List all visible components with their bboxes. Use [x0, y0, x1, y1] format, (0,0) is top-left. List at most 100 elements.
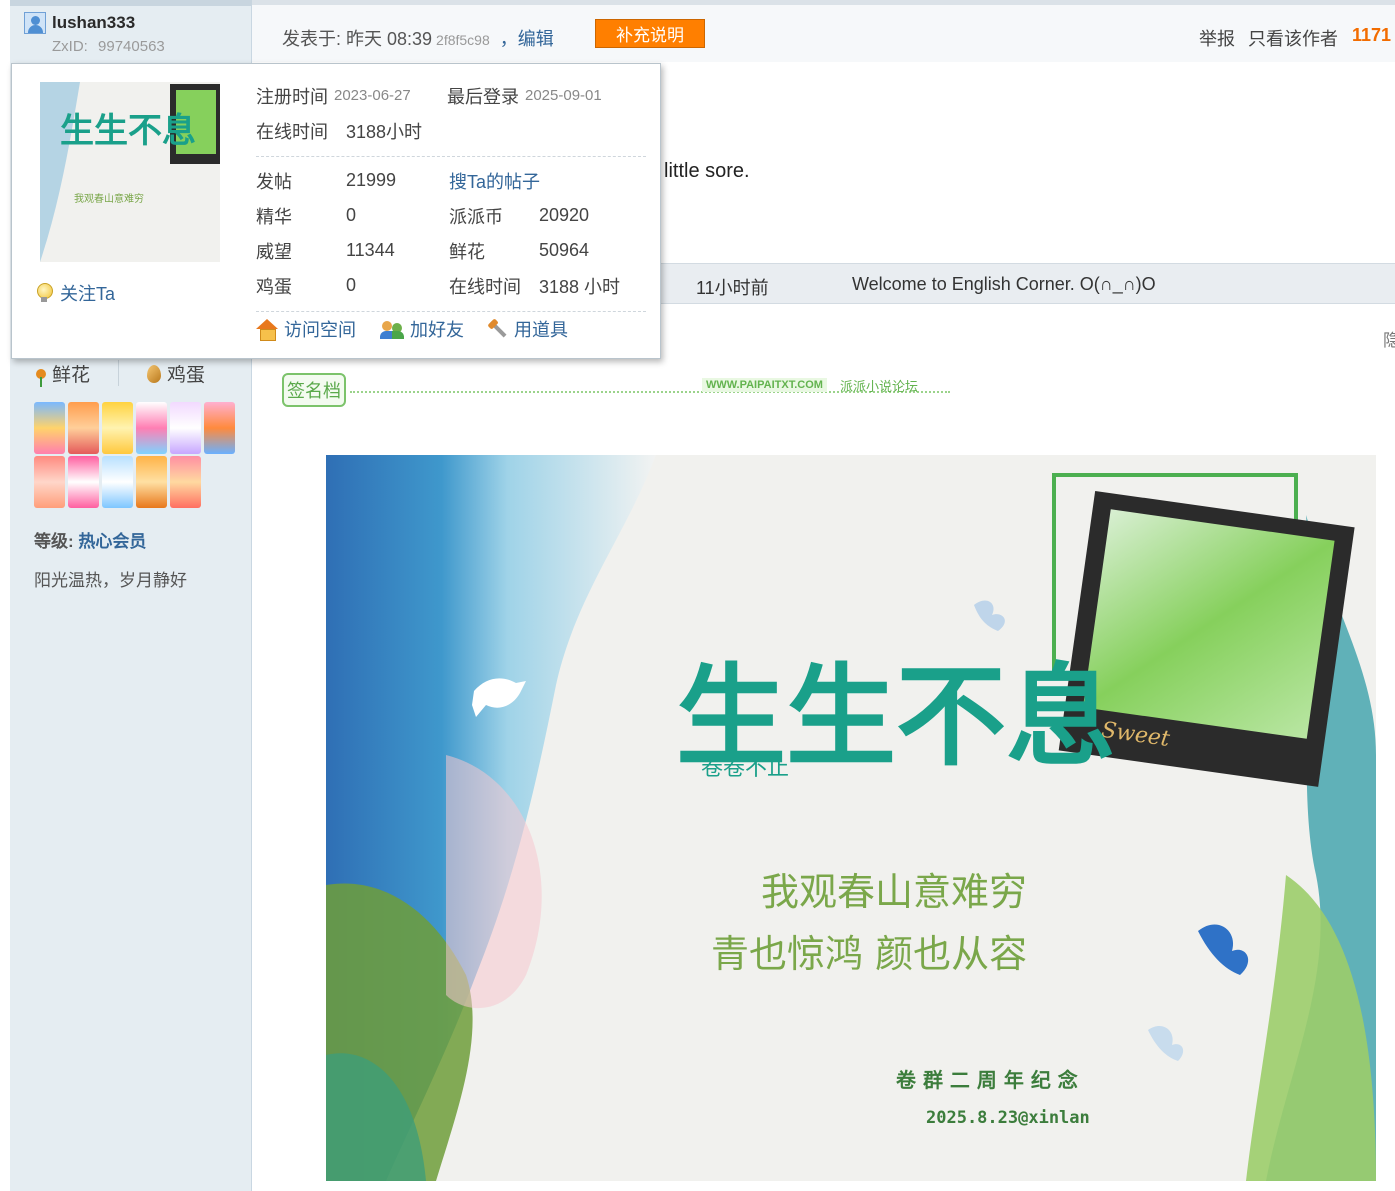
user-motto: 阳光温热，岁月静好: [34, 571, 187, 590]
profile-actions: 访问空间 加好友 用道具: [256, 316, 568, 342]
medal-icon[interactable]: [102, 402, 133, 454]
profile-row-egg: 鸡蛋 0 在线时间 3188 小时: [256, 268, 646, 303]
username[interactable]: lushan333: [52, 13, 135, 33]
supplement-button[interactable]: 补充说明: [595, 19, 705, 48]
flower-count-label: 鲜花: [449, 241, 485, 262]
poem-line-2: 青也惊鸿 颜也从容: [711, 932, 1027, 976]
level-label: 等级:: [34, 532, 74, 551]
online2-label: 在线时间: [449, 276, 521, 297]
use-tool-button[interactable]: 用道具: [488, 316, 568, 342]
visit-space-label: 访问空间: [284, 320, 356, 340]
posts-value: 21999: [346, 170, 397, 190]
coin-value: 20920: [539, 205, 590, 225]
level-value[interactable]: 热心会员: [78, 532, 146, 551]
prestige-label: 威望: [256, 241, 292, 262]
flower-item[interactable]: 鲜花: [36, 360, 90, 387]
user-icon: [24, 12, 46, 34]
digest-value: 0: [346, 205, 357, 225]
signature-image: Sweet 生生不息 卷卷不止 我观春山意难穷 青也惊鸿 颜也从容 卷 群 二 …: [326, 455, 1376, 1181]
home-icon: [256, 319, 278, 341]
medal-icon[interactable]: [136, 456, 167, 508]
digest-label: 精华: [256, 206, 292, 227]
reply-message: Welcome to English Corner. O(∩_∩)O: [852, 274, 1156, 294]
profile-info: 注册时间 2023-06-27 最后登录 2025-09-01 在线时间 318…: [256, 78, 646, 318]
egg-label: 鸡蛋: [167, 365, 206, 386]
medal-icon[interactable]: [34, 402, 65, 454]
medal-icon[interactable]: [136, 402, 167, 454]
profile-row-posts: 发帖 21999 搜Ta的帖子: [256, 163, 646, 198]
profile-avatar[interactable]: 生生不息 我观春山意难穷: [40, 82, 220, 262]
sidebar-top-border: [10, 0, 252, 6]
profile-row-dates: 注册时间 2023-06-27 最后登录 2025-09-01: [256, 78, 646, 113]
tool-icon: [484, 315, 512, 343]
poem-line-1: 我观春山意难穷: [761, 870, 1027, 914]
medal-icon[interactable]: [170, 456, 201, 508]
zxid-label: ZxID:: [52, 38, 88, 55]
avatar-title: 生生不息: [60, 111, 196, 151]
item-row: 鲜花 鸡蛋: [36, 360, 205, 387]
bulb-icon: [36, 283, 53, 303]
profile-divider-2: [256, 311, 646, 312]
signature-artwork: Sweet 生生不息 卷卷不止 我观春山意难穷 青也惊鸿 颜也从容 卷 群 二 …: [326, 455, 1376, 1181]
visit-space-button[interactable]: 访问空间: [256, 316, 356, 342]
online-label: 在线时间: [256, 121, 328, 142]
last-login-date: 2025-09-01: [525, 87, 602, 104]
edit-link[interactable]: ，编辑: [500, 29, 554, 49]
flower-icon: [36, 368, 46, 387]
flower-count-value: 50964: [539, 240, 590, 260]
medal-icon[interactable]: [170, 402, 201, 454]
profile-row-prestige: 威望 11344 鲜花 50964: [256, 233, 646, 268]
last-login-label: 最后登录: [447, 86, 519, 107]
medal-icon[interactable]: [204, 402, 235, 454]
online-value: 3188小时: [346, 121, 423, 142]
flower-label: 鲜花: [52, 365, 91, 386]
search-posts-link[interactable]: 搜Ta的帖子: [449, 168, 540, 194]
follow-button[interactable]: 关注Ta: [36, 280, 115, 306]
credit-text: 2025.8.23@xinlan: [926, 1108, 1090, 1128]
egg-count-value: 0: [346, 275, 357, 295]
signature-subtitle: 卷卷不止: [701, 756, 789, 781]
only-author-link[interactable]: 只看该作者: [1248, 25, 1338, 51]
avatar-poem: 我观春山意难穷: [74, 192, 144, 205]
prestige-value: 11344: [346, 240, 395, 260]
online2-value: 3188 小时: [539, 276, 621, 297]
medal-icon[interactable]: [68, 456, 99, 508]
user-level: 等级: 热心会员: [34, 527, 146, 552]
medal-icon[interactable]: [34, 456, 65, 508]
medal-icon[interactable]: [68, 402, 99, 454]
profile-divider: [256, 156, 646, 157]
profile-row-online: 在线时间 3188小时: [256, 113, 646, 148]
zxid-value: 99740563: [98, 38, 165, 55]
egg-icon: [147, 364, 162, 383]
anniversary-text: 卷 群 二 周 年 纪 念: [896, 1068, 1078, 1092]
post-body-text: little sore.: [664, 160, 750, 182]
item-divider: [118, 360, 120, 386]
reply-time: 11小时前: [696, 278, 769, 298]
profile-popup: 生生不息 我观春山意难穷 关注Ta 注册时间 2023-06-27 最后登录 2…: [11, 63, 661, 359]
add-friend-icon: [380, 319, 404, 339]
medal-grid: [34, 402, 240, 508]
reg-label: 注册时间: [256, 86, 328, 107]
add-friend-label: 加好友: [410, 320, 464, 340]
coin-label: 派派币: [449, 206, 503, 227]
post-meta: 发表于: 昨天 08:39 2f8f5c98 ，编辑: [282, 25, 554, 51]
report-link[interactable]: 举报: [1199, 25, 1235, 51]
avatar-artwork: 生生不息 我观春山意难穷: [40, 82, 220, 262]
posts-label: 发帖: [256, 171, 292, 192]
signature-tag: 签名档: [282, 373, 346, 407]
medal-icon[interactable]: [102, 456, 133, 508]
add-friend-button[interactable]: 加好友: [380, 316, 464, 342]
egg-item[interactable]: 鸡蛋: [147, 360, 205, 387]
floor-number[interactable]: 1171: [1352, 25, 1391, 46]
use-tool-label: 用道具: [514, 320, 568, 340]
signature-site-name: 派派小说论坛: [840, 379, 919, 394]
profile-row-digest: 精华 0 派派币 20920: [256, 198, 646, 233]
post-time: 发表于: 昨天 08:39: [282, 29, 433, 49]
hide-link[interactable]: 隐: [1383, 326, 1395, 351]
user-header[interactable]: lushan333: [24, 12, 135, 34]
page-root: lushan333 ZxID: 99740563 鲜花 鸡蛋 等级: 热心会员 …: [0, 0, 1395, 1191]
post-header: 发表于: 昨天 08:39 2f8f5c98 ，编辑 补充说明 举报 只看该作者 1…: [252, 0, 1395, 62]
zxid: ZxID: 99740563: [52, 38, 165, 55]
reg-date: 2023-06-27: [334, 87, 411, 104]
signature-site-url: WWW.PAIPAITXT.COM: [702, 378, 827, 392]
